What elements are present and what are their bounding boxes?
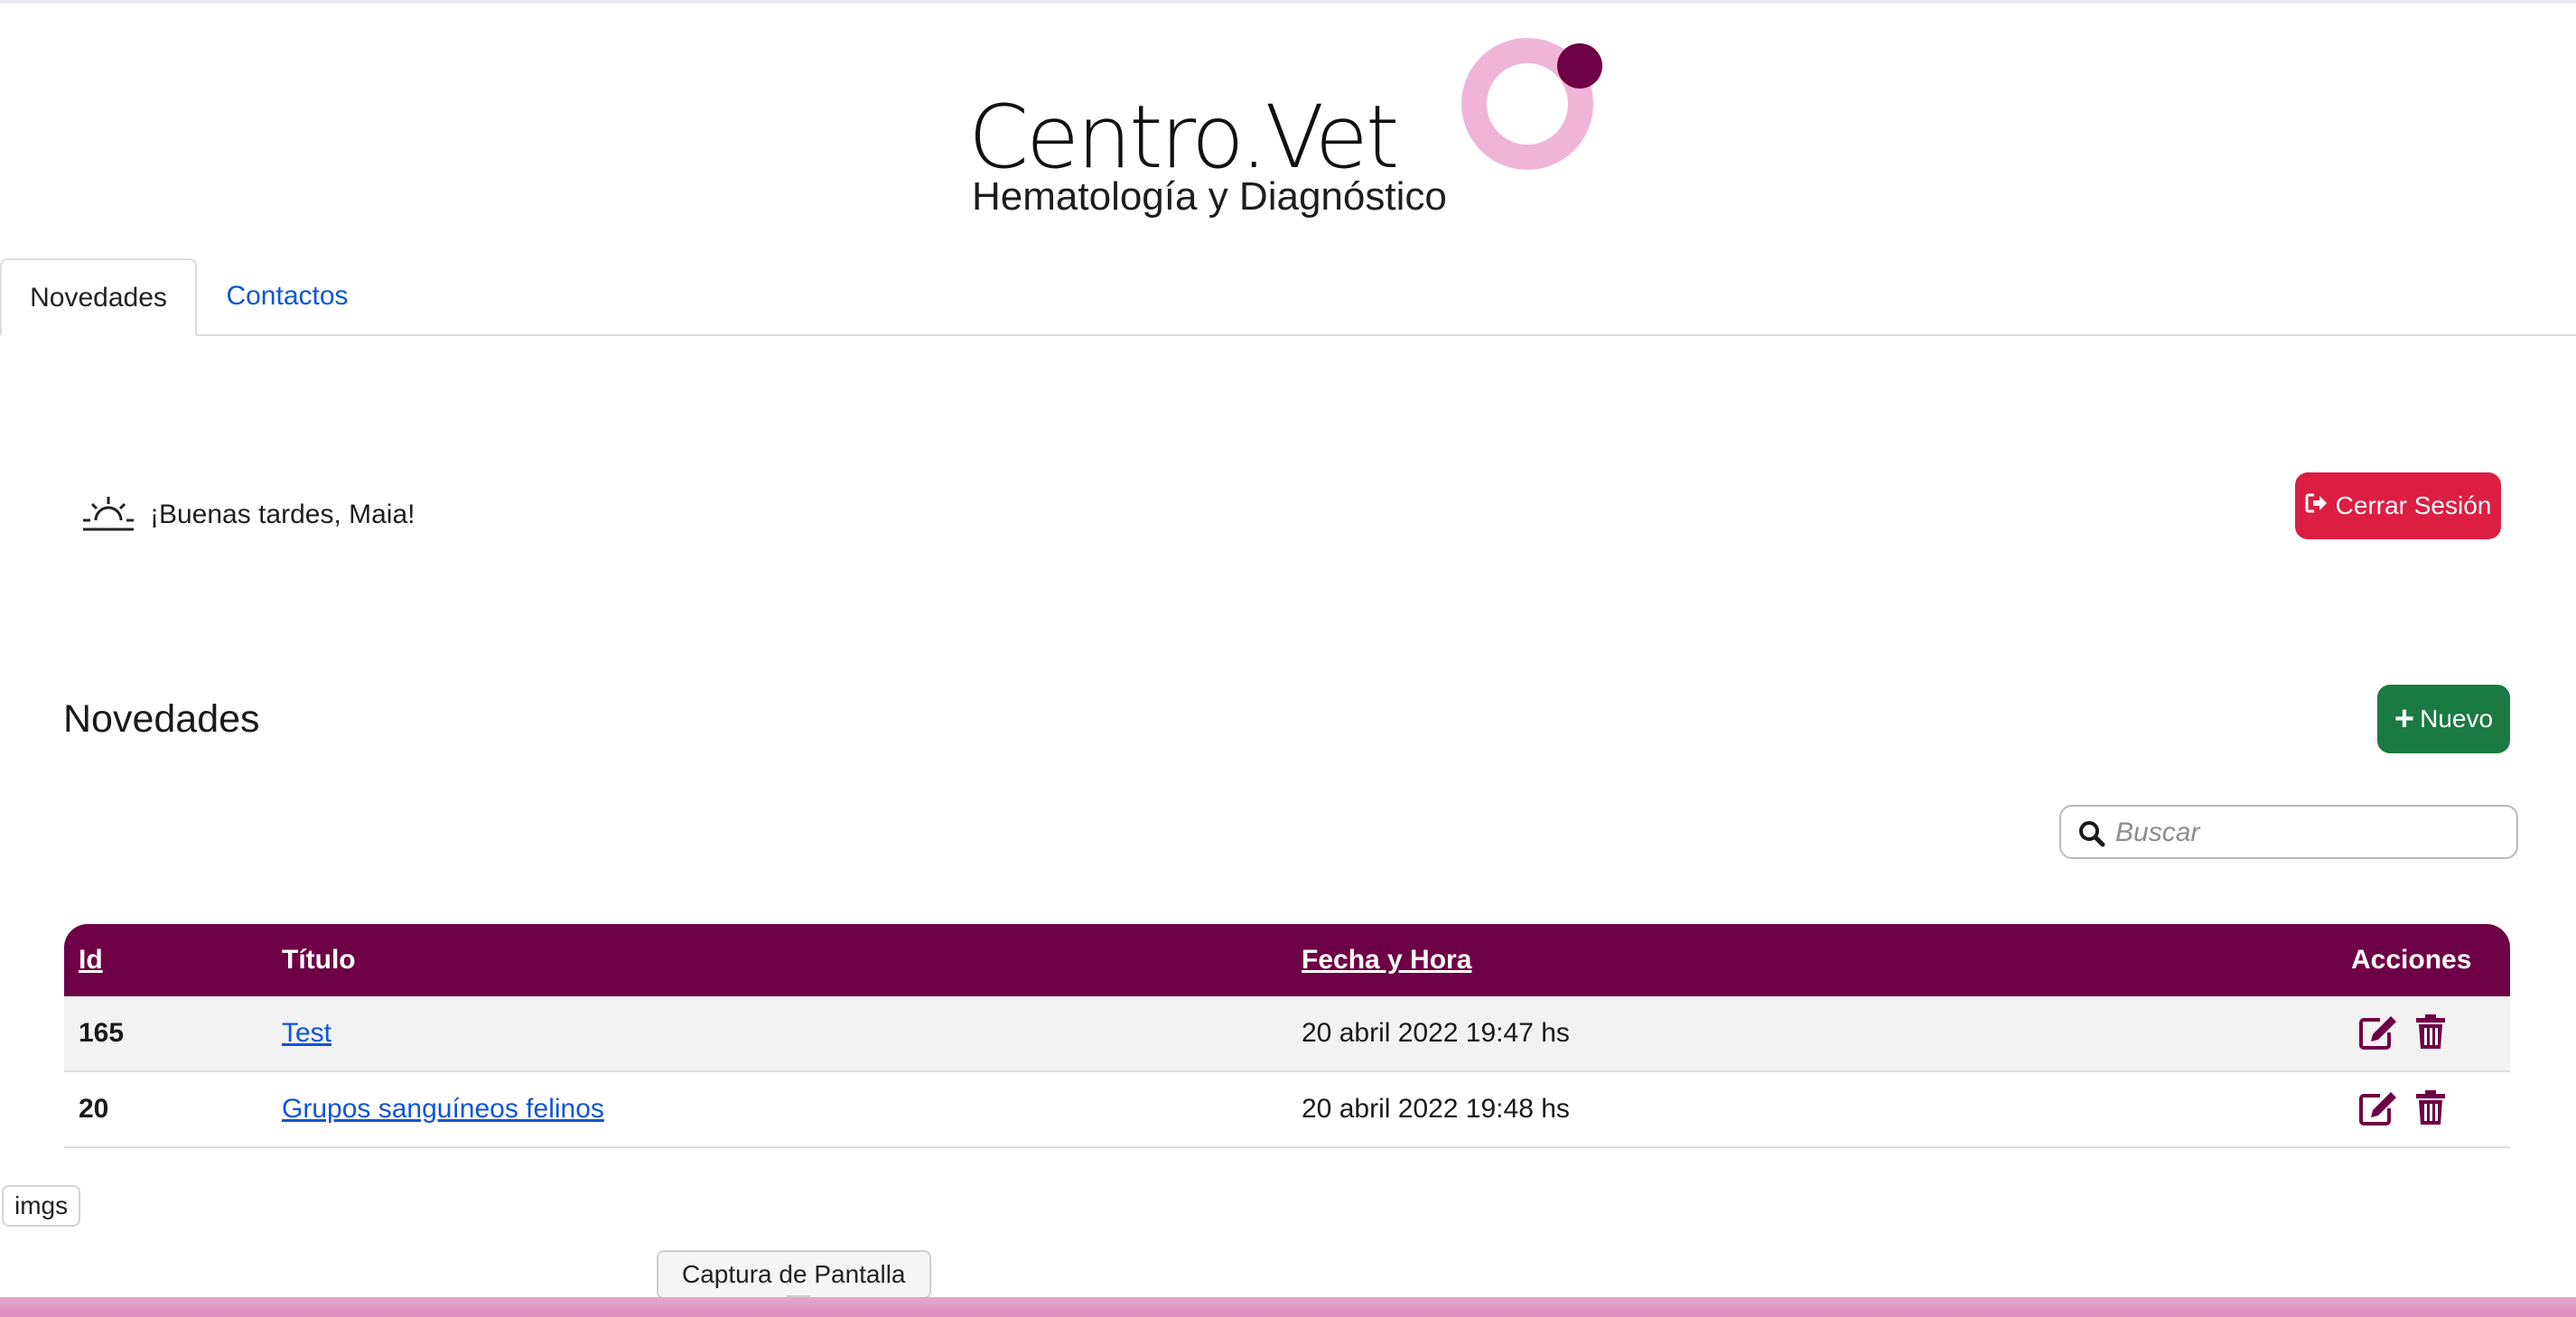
row-id: 165 — [79, 1018, 125, 1048]
trash-icon[interactable] — [2411, 1088, 2450, 1128]
column-header-fecha[interactable]: Fecha y Hora — [1302, 924, 1471, 996]
search-input[interactable] — [2114, 814, 2506, 852]
logout-button[interactable]: Cerrar Sesión — [2295, 472, 2501, 539]
new-item-label: Nuevo — [2420, 705, 2494, 733]
table-row: 20 Grupos sanguíneos felinos 20 abril 20… — [64, 1072, 2510, 1148]
row-actions — [2358, 1088, 2450, 1128]
row-actions — [2358, 1013, 2450, 1052]
greeting-text: ¡Buenas tardes, Maia! — [150, 500, 415, 529]
screenshot-tooltip: Captura de Pantalla — [657, 1250, 931, 1299]
bottom-pink-bar — [0, 1297, 2576, 1317]
edit-icon[interactable] — [2358, 1088, 2398, 1128]
logo-dot-mark — [1557, 43, 1602, 89]
tab-contactos[interactable]: Contactos — [197, 258, 378, 334]
column-header-acciones: Acciones — [2351, 945, 2472, 975]
search-icon — [2079, 821, 2105, 847]
table-row: 165 Test 20 abril 2022 19:47 hs — [64, 996, 2510, 1072]
greeting: ¡Buenas tardes, Maia! — [81, 488, 415, 542]
logo-tagline: Hematología y Diagnóstico — [972, 174, 1447, 219]
edit-icon[interactable] — [2358, 1013, 2398, 1052]
column-header-titulo: Título — [282, 945, 356, 975]
new-item-button[interactable]: + Nuevo — [2377, 685, 2510, 753]
row-title-link[interactable]: Test — [282, 996, 331, 1070]
column-header-id[interactable]: Id — [79, 924, 103, 996]
novedades-table: Id Título Fecha y Hora Acciones 165 Test… — [64, 924, 2510, 1148]
row-title-link[interactable]: Grupos sanguíneos felinos — [282, 1072, 604, 1146]
plus-icon: + — [2394, 700, 2415, 738]
logo-wordmark: Centro.Vet — [968, 87, 1399, 188]
centro-vet-logo: Centro.Vet Hematología y Diagnóstico — [966, 33, 1617, 222]
tab-bar: Novedades Contactos — [0, 258, 2576, 336]
tab-novedades[interactable]: Novedades — [0, 258, 197, 336]
sign-out-icon — [2305, 491, 2336, 520]
logout-label: Cerrar Sesión — [2335, 491, 2492, 519]
row-datetime: 20 abril 2022 19:48 hs — [1302, 1094, 1570, 1124]
page-title: Novedades — [63, 697, 260, 741]
trash-icon[interactable] — [2411, 1013, 2450, 1052]
table-header: Id Título Fecha y Hora Acciones — [64, 924, 2510, 996]
window-top-edge — [0, 0, 2576, 4]
row-datetime: 20 abril 2022 19:47 hs — [1302, 1018, 1570, 1048]
row-id: 20 — [79, 1094, 109, 1124]
search-box — [2059, 805, 2518, 859]
imgs-tag: imgs — [2, 1185, 81, 1227]
sunset-icon — [81, 493, 135, 537]
